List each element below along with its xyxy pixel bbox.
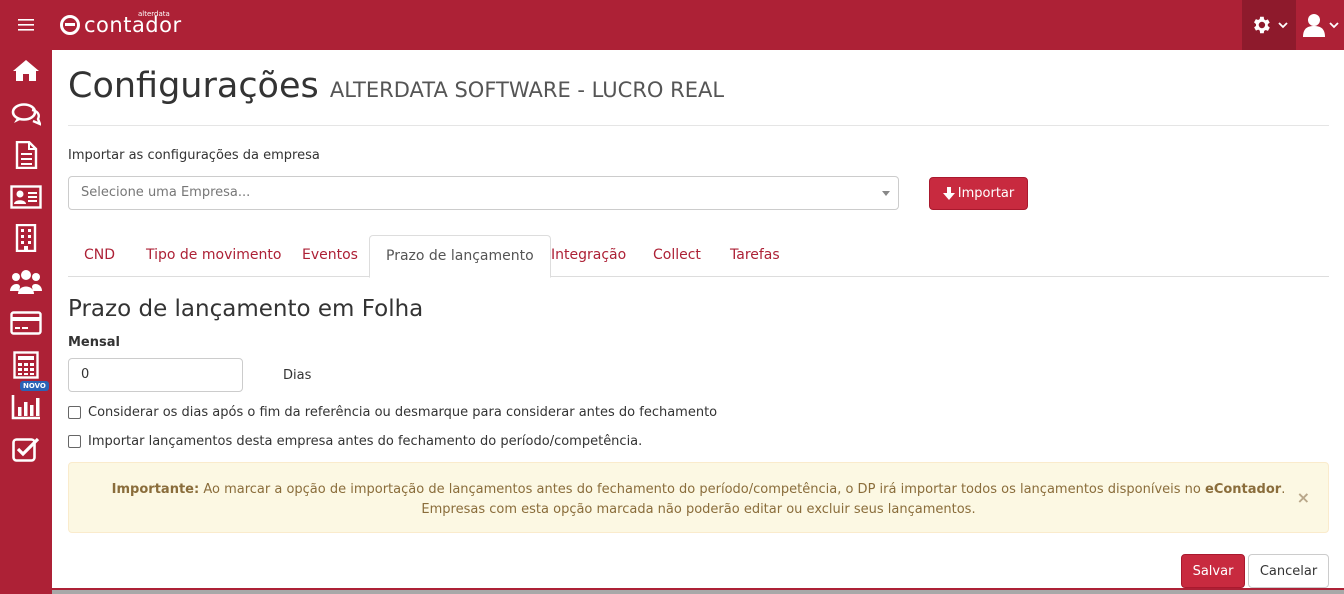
page-title: Configurações ALTERDATA SOFTWARE - LUCRO… <box>68 66 724 106</box>
hamburger-icon <box>18 19 34 31</box>
hamburger-menu-button[interactable] <box>0 0 52 50</box>
tab-prazo-de-lancamento[interactable]: Prazo de lançamento <box>369 235 551 278</box>
chat-icon <box>11 103 41 126</box>
arrow-down-icon <box>942 187 955 200</box>
mensal-label: Mensal <box>68 335 120 350</box>
title-divider <box>68 125 1329 126</box>
tab-cnd[interactable]: CND <box>68 235 131 277</box>
bottom-strip <box>52 588 1344 594</box>
tab-eventos[interactable]: Eventos <box>286 235 374 277</box>
dias-label: Dias <box>283 368 312 383</box>
users-icon <box>10 270 42 294</box>
document-icon <box>15 141 38 169</box>
tab-tipo-de-movimento[interactable]: Tipo de movimento <box>130 235 297 277</box>
company-select-placeholder: Selecione uma Empresa... <box>81 185 251 200</box>
cancel-button[interactable]: Cancelar <box>1248 554 1329 588</box>
sidebar-item-calculator[interactable] <box>0 345 52 385</box>
import-before-closing-checkbox-row[interactable]: Importar lançamentos desta empresa antes… <box>68 434 642 449</box>
import-button-label: Importar <box>957 186 1015 201</box>
top-navbar: contador alterdata <box>0 0 1344 50</box>
sidebar-item-payments[interactable] <box>0 303 52 343</box>
important-alert: Importante: Ao marcar a opção de importa… <box>68 462 1329 533</box>
consider-days-checkbox[interactable] <box>68 406 81 419</box>
section-title: Prazo de lançamento em Folha <box>68 296 424 322</box>
econtador-logo[interactable]: contador alterdata <box>60 9 182 41</box>
tab-collect[interactable]: Collect <box>637 235 717 277</box>
sidebar-item-home[interactable] <box>0 50 52 90</box>
sidebar-item-people[interactable] <box>0 261 52 301</box>
settings-menu-button[interactable] <box>1242 0 1296 50</box>
close-icon[interactable]: × <box>1297 488 1310 508</box>
user-menu-button[interactable] <box>1298 0 1344 50</box>
alert-strong-econtador: eContador <box>1205 482 1282 497</box>
user-icon <box>1303 14 1325 37</box>
logo-small-text: alterdata <box>138 10 170 18</box>
home-icon <box>13 60 39 81</box>
sidebar-item-companies[interactable] <box>0 218 52 258</box>
company-name: ALTERDATA SOFTWARE - LUCRO REAL <box>329 78 725 102</box>
bar-chart-icon <box>11 395 40 420</box>
settings-tabs: CND Tipo de movimento Eventos Prazo de l… <box>68 235 1329 278</box>
chevron-down-icon <box>1329 22 1339 29</box>
sidebar-item-chat[interactable] <box>0 94 52 134</box>
credit-card-icon <box>10 311 42 335</box>
company-select[interactable]: Selecione uma Empresa... <box>68 176 899 210</box>
sidebar-item-tasks[interactable] <box>0 429 52 469</box>
import-label: Importar as configurações da empresa <box>68 148 320 163</box>
alert-strong: Importante: <box>111 482 200 497</box>
sidebar-item-documents[interactable] <box>0 135 52 175</box>
building-icon <box>15 224 37 252</box>
sidebar-item-contacts[interactable] <box>0 177 52 217</box>
tab-tarefas[interactable]: Tarefas <box>714 235 796 277</box>
mensal-days-input[interactable]: 0 <box>68 358 243 392</box>
chevron-down-icon <box>1278 22 1288 29</box>
import-before-closing-checkbox[interactable] <box>68 435 81 448</box>
import-before-closing-checkbox-label: Importar lançamentos desta empresa antes… <box>88 434 643 449</box>
page-title-text: Configurações <box>68 66 319 106</box>
gear-icon <box>1254 16 1270 34</box>
save-button[interactable]: Salvar <box>1181 554 1245 588</box>
import-button[interactable]: Importar <box>929 177 1028 210</box>
sidebar-item-reports[interactable] <box>0 387 52 427</box>
checkbox-icon <box>12 437 40 462</box>
consider-days-checkbox-row[interactable]: Considerar os dias após o fim da referên… <box>68 405 717 420</box>
tab-integracao[interactable]: Integração <box>535 235 642 277</box>
caret-down-icon <box>882 191 890 196</box>
consider-days-checkbox-label: Considerar os dias após o fim da referên… <box>88 405 718 420</box>
left-sidebar: NOVO <box>0 50 52 594</box>
calculator-icon <box>13 351 39 379</box>
logo-e-mark <box>60 15 80 35</box>
contact-card-icon <box>10 185 42 209</box>
alert-text-1: Ao marcar a opção de importação de lança… <box>199 482 1205 497</box>
